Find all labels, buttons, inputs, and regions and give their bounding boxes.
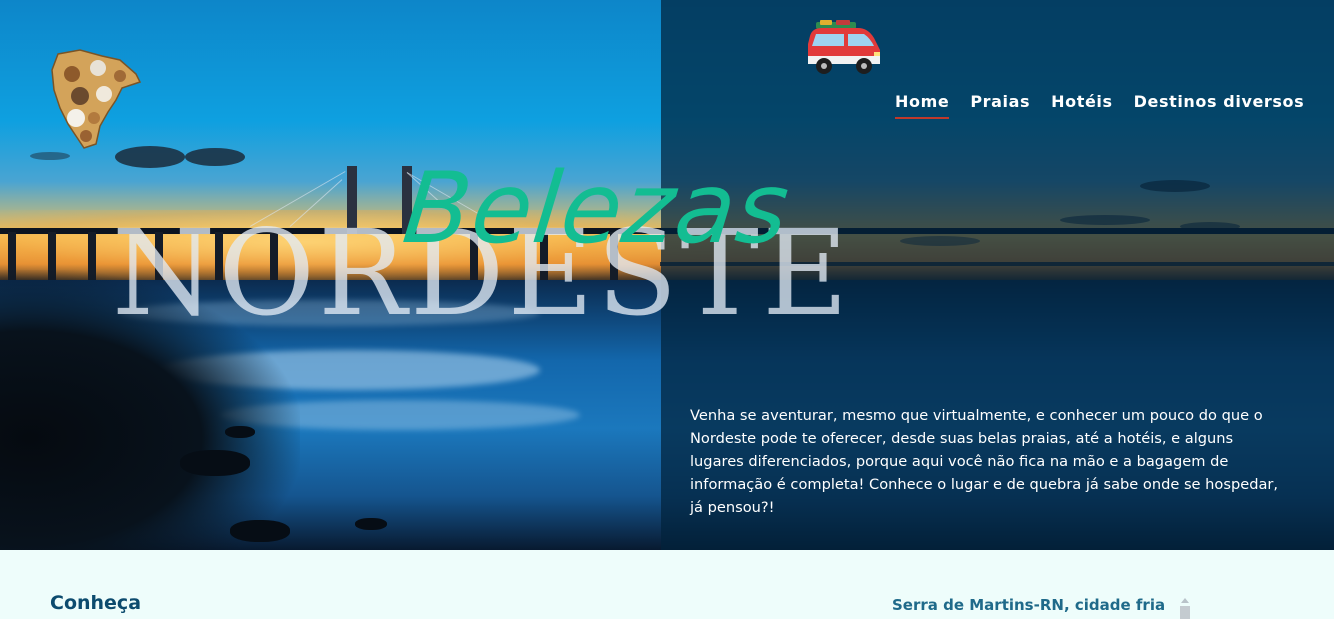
nav-item-hoteis[interactable]: Hotéis (1051, 92, 1113, 119)
nordeste-map-logo-icon[interactable] (50, 48, 142, 152)
section-heading: Conheça (50, 592, 142, 614)
main-nav: Home Praias Hotéis Destinos diversos (895, 92, 1304, 119)
hero-banner: Home Praias Hotéis Destinos diversos NOR… (0, 0, 1334, 550)
rock (230, 520, 290, 542)
rock (355, 518, 387, 530)
hero-title-front: Belezas (398, 152, 795, 266)
scrollbar[interactable] (1180, 598, 1190, 619)
destination-link[interactable]: Serra de Martins-RN, cidade fria (892, 596, 1165, 614)
nav-item-home[interactable]: Home (895, 92, 950, 119)
hero-intro-text: Venha se aventurar, mesmo que virtualmen… (690, 407, 1279, 516)
nav-item-destinos-diversos[interactable]: Destinos diversos (1134, 92, 1305, 119)
nav-item-praias[interactable]: Praias (970, 92, 1030, 119)
rock (225, 426, 255, 438)
travel-van-icon (806, 20, 882, 76)
cloud (185, 148, 245, 166)
scroll-thumb[interactable] (1180, 606, 1190, 619)
rock (180, 450, 250, 476)
scroll-up-icon[interactable] (1181, 598, 1189, 603)
cloud (30, 152, 70, 160)
